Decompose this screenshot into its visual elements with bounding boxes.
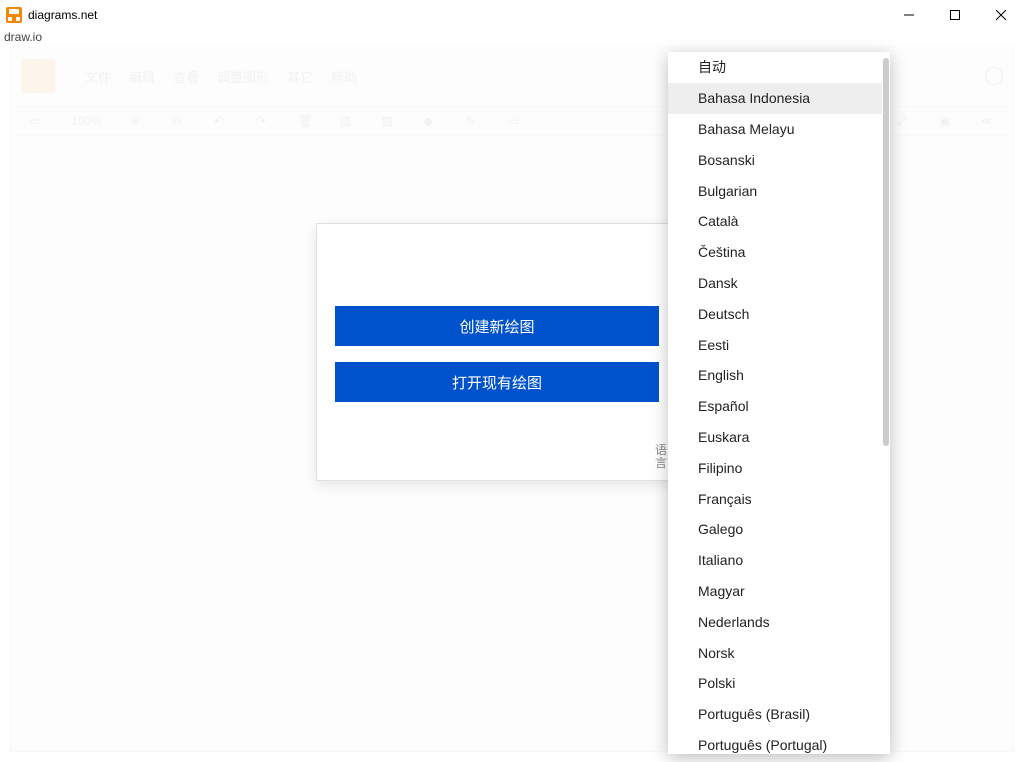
language-option[interactable]: 自动 [668,52,882,83]
language-option[interactable]: Magyar [668,576,882,607]
language-option[interactable]: Čeština [668,237,882,268]
language-option[interactable]: Norsk [668,637,882,668]
close-button[interactable] [978,0,1024,30]
language-option[interactable]: English [668,360,882,391]
window-titlebar: diagrams.net [0,0,1024,30]
language-option[interactable]: Bahasa Melayu [668,114,882,145]
language-option[interactable]: Nederlands [668,606,882,637]
language-option[interactable]: Galego [668,514,882,545]
language-option[interactable]: Eesti [668,329,882,360]
window-title: diagrams.net [28,8,97,22]
language-option[interactable]: Dansk [668,268,882,299]
language-link[interactable]: 语言 [655,444,667,470]
language-option[interactable]: Bosanski [668,144,882,175]
language-option[interactable]: Português (Brasil) [668,699,882,730]
language-option[interactable]: Italiano [668,545,882,576]
open-existing-diagram-button[interactable]: 打开现有绘图 [335,362,659,402]
language-option[interactable]: Euskara [668,422,882,453]
language-option[interactable]: Español [668,391,882,422]
language-option[interactable]: Bahasa Indonesia [668,83,882,114]
maximize-button[interactable] [932,0,978,30]
app-icon [6,7,22,23]
language-option[interactable]: Bulgarian [668,175,882,206]
language-option[interactable]: Polski [668,668,882,699]
language-option[interactable]: Français [668,483,882,514]
language-option[interactable]: Filipino [668,452,882,483]
start-dialog: 创建新绘图 打开现有绘图 语言 [316,223,680,481]
window-controls [886,0,1024,30]
language-option[interactable]: Português (Portugal) [668,730,882,754]
create-new-diagram-button[interactable]: 创建新绘图 [335,306,659,346]
language-menu[interactable]: 自动Bahasa IndonesiaBahasa MelayuBosanskiB… [668,52,890,754]
language-option[interactable]: Deutsch [668,298,882,329]
scrollbar-thumb[interactable] [883,58,889,446]
minimize-button[interactable] [886,0,932,30]
language-option[interactable]: Català [668,206,882,237]
window-subtitle: draw.io [0,30,1024,46]
